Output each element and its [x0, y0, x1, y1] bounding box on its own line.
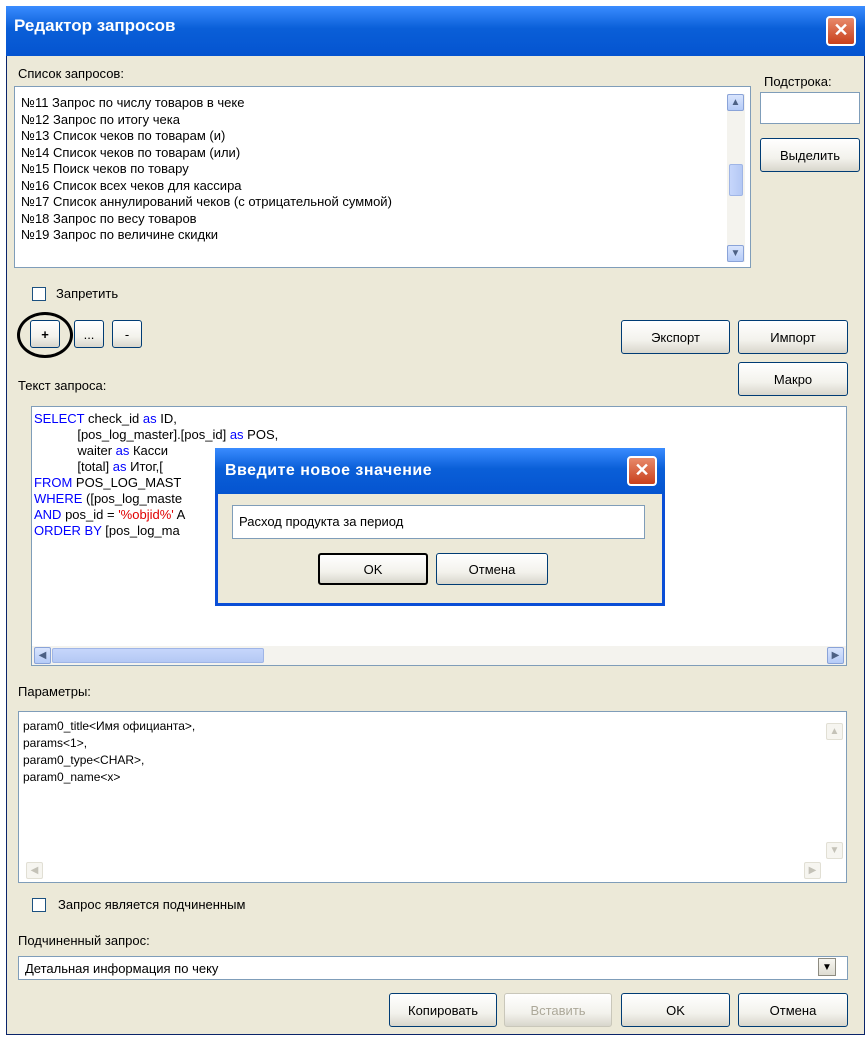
scroll-down-icon: ▼ — [826, 842, 843, 859]
scroll-down-icon[interactable]: ▼ — [727, 245, 744, 262]
query-line: SELECT check_id as ID, — [34, 411, 177, 426]
dialog-title: Введите новое значение — [215, 448, 665, 494]
query-line: [pos_log_master].[pos_id] as POS, — [34, 427, 279, 442]
export-button[interactable]: Экспорт — [621, 320, 730, 354]
copy-button[interactable]: Копировать — [389, 993, 497, 1027]
scrollbar-thumb[interactable] — [52, 648, 264, 663]
paste-button: Вставить — [504, 993, 612, 1027]
dialog-cancel-button[interactable]: Отмена — [436, 553, 548, 585]
list-item[interactable]: №14 Список чеков по товарам (или) — [15, 145, 750, 162]
cancel-button[interactable]: Отмена — [738, 993, 848, 1027]
query-list-label: Список запросов: — [18, 66, 124, 81]
query-list[interactable]: №11 Запрос по числу товаров в чеке №12 За… — [14, 86, 751, 268]
list-item[interactable]: №13 Список чеков по товарам (и) — [15, 128, 750, 145]
parameter-line: param0_title<Имя официанта>, — [23, 719, 196, 733]
subordinate-query-label: Подчиненный запрос: — [18, 933, 150, 948]
list-item[interactable]: №18 Запрос по весу товаров — [15, 211, 750, 228]
select-button[interactable]: Выделить — [760, 138, 860, 172]
scroll-right-icon[interactable]: ▶ — [827, 647, 844, 664]
list-item[interactable]: №15 Поиск чеков по товару — [15, 161, 750, 178]
parameters-text-area[interactable]: param0_title<Имя официанта>, params<1>, pa… — [18, 711, 847, 883]
chevron-down-icon[interactable]: ▼ — [818, 958, 836, 976]
parameters-label: Параметры: — [18, 684, 91, 699]
scroll-up-icon[interactable]: ▲ — [727, 94, 744, 111]
substring-input[interactable] — [760, 92, 860, 124]
subordinate-checkbox-label: Запрос является подчиненным — [58, 897, 246, 912]
list-item[interactable]: №17 Список аннулирований чеков (с отрица… — [15, 194, 750, 211]
highlight-circle — [17, 312, 73, 358]
disable-checkbox[interactable] — [32, 287, 46, 301]
query-text-label: Текст запроса: — [18, 378, 107, 393]
disable-checkbox-label: Запретить — [56, 286, 119, 301]
close-icon[interactable]: ✕ — [826, 16, 856, 46]
scrollbar-thumb[interactable] — [729, 164, 743, 196]
remove-button[interactable]: - — [112, 320, 142, 348]
substring-label: Подстрока: — [764, 74, 832, 89]
edit-button[interactable]: ... — [74, 320, 104, 348]
subordinate-query-select[interactable]: Детальная информация по чеку — [18, 956, 848, 980]
scroll-right-icon: ▶ — [804, 862, 821, 879]
window-title: Редактор запросов — [6, 6, 865, 56]
list-item[interactable]: №12 Запрос по итогу чека — [15, 112, 750, 129]
dialog-close-icon[interactable]: ✕ — [627, 456, 657, 486]
scroll-left-icon[interactable]: ◀ — [34, 647, 51, 664]
scroll-up-icon: ▲ — [826, 723, 843, 740]
parameter-line: params<1>, — [23, 736, 88, 750]
macro-button[interactable]: Макро — [738, 362, 848, 396]
list-item[interactable]: №16 Список всех чеков для кассира — [15, 178, 750, 195]
dialog-ok-button[interactable]: OK — [318, 553, 428, 585]
list-item[interactable]: №19 Запрос по величине скидки — [15, 227, 750, 244]
ok-button[interactable]: OK — [621, 993, 730, 1027]
scroll-left-icon: ◀ — [26, 862, 43, 879]
new-value-input[interactable]: Расход продукта за период — [232, 505, 645, 539]
subordinate-checkbox[interactable] — [32, 898, 46, 912]
list-item[interactable]: №11 Запрос по числу товаров в чеке — [15, 95, 750, 112]
parameter-line: param0_type<CHAR>, — [23, 753, 145, 767]
parameter-line: param0_name<x> — [23, 770, 121, 784]
import-button[interactable]: Импорт — [738, 320, 848, 354]
